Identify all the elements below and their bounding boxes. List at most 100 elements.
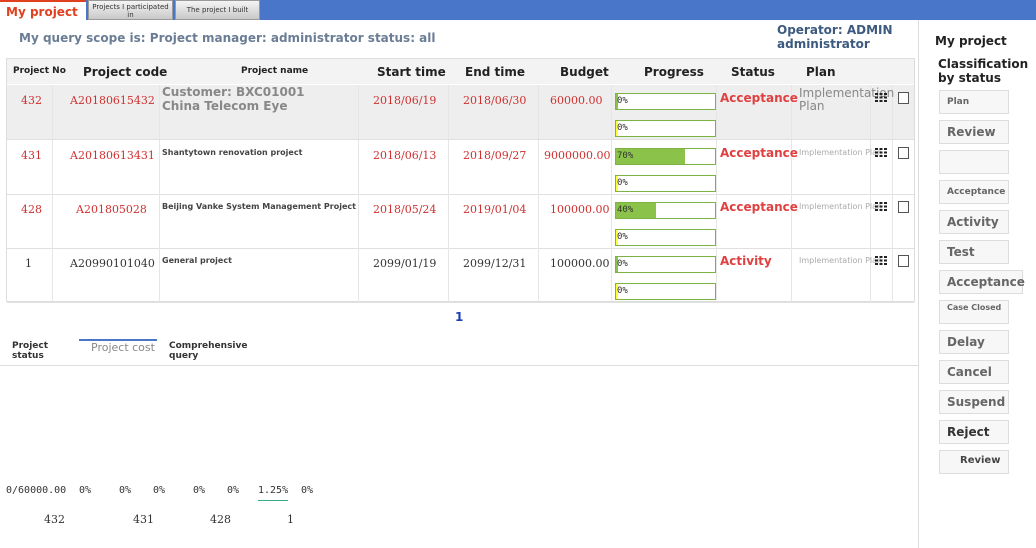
progress-bar-secondary: 0%: [615, 120, 716, 137]
project-no: 1: [25, 257, 32, 270]
progress-text: 0%: [617, 123, 628, 133]
status-filter-suspend[interactable]: Suspend: [939, 390, 1009, 414]
cost-project-id: 428: [210, 513, 231, 526]
project-code[interactable]: A201805028: [76, 203, 147, 216]
end-time: 2018/06/30: [463, 94, 527, 107]
cost-value: 0/60000.00: [6, 485, 67, 496]
table-row[interactable]: 431 A20180613431 Shantytown renovation p…: [7, 140, 914, 195]
cost-project-id: 431: [133, 513, 154, 526]
tab-divider: [0, 365, 918, 366]
progress-text: 0%: [617, 259, 628, 269]
start-time: 2018/06/13: [373, 149, 437, 162]
status-filter-plan[interactable]: Plan: [939, 90, 1009, 114]
grid-menu-icon[interactable]: [875, 202, 887, 211]
plan-link[interactable]: Implementation Plan: [799, 202, 882, 211]
plan-link[interactable]: Implementation Plan: [799, 148, 882, 157]
budget: 100000.00: [550, 257, 610, 270]
sidebar-subtitle-text: Classification by status: [938, 57, 1029, 85]
progress-bar: 70%: [615, 148, 716, 165]
cost-value: 0%: [193, 485, 206, 496]
table-row[interactable]: 1 A20990101040 General project 2099/01/1…: [7, 248, 914, 303]
project-code[interactable]: A20990101040: [70, 257, 155, 270]
progress-text: 40%: [617, 205, 634, 215]
progress-bar: 40%: [615, 202, 716, 219]
header-start-time: Start time: [377, 65, 446, 79]
project-table: Project No Project code Project name Sta…: [6, 58, 915, 303]
project-code[interactable]: A20180615432: [70, 94, 155, 107]
header-project-code: Project code: [83, 65, 168, 79]
status-filter-test[interactable]: Test: [939, 240, 1009, 264]
header-plan: Plan: [806, 65, 836, 79]
budget: 9000000.00: [544, 149, 611, 162]
tab-project-built[interactable]: The project I built: [175, 0, 260, 20]
start-time: 2099/01/19: [373, 257, 437, 270]
query-scope-text: My query scope is: Project manager: admi…: [19, 31, 436, 45]
operator-info: Operator: ADMIN administrator: [777, 23, 893, 51]
budget: 60000.00: [550, 94, 603, 107]
cost-value: 0%: [119, 485, 132, 496]
project-name[interactable]: Beijing Vanke System Management Project: [162, 202, 356, 211]
tab-my-project[interactable]: My project: [0, 0, 86, 20]
project-no: 432: [21, 94, 42, 107]
status-badge: Activity: [720, 254, 772, 268]
progress-bar: 0%: [615, 256, 716, 273]
grid-menu-icon[interactable]: [875, 148, 887, 157]
project-name[interactable]: Customer: BXC01001 China Telecom Eye: [162, 85, 342, 113]
project-no: 431: [21, 149, 42, 162]
header-end-time: End time: [465, 65, 525, 79]
status-filter-review-2[interactable]: Review: [939, 450, 1009, 474]
end-time: 2019/01/04: [463, 203, 527, 216]
project-name[interactable]: Shantytown renovation project: [162, 148, 302, 157]
status-filter-acceptance-2[interactable]: Acceptance: [939, 270, 1025, 294]
grid-menu-icon[interactable]: [875, 256, 887, 265]
table-header: Project No Project code Project name Sta…: [7, 59, 914, 84]
grid-menu-icon[interactable]: [875, 93, 887, 102]
status-filter-review[interactable]: Review: [939, 120, 1009, 144]
end-time: 2018/09/27: [463, 149, 527, 162]
status-filter-delay[interactable]: Delay: [939, 330, 1009, 354]
budget: 100000.00: [550, 203, 610, 216]
status-filter-reject[interactable]: Reject: [939, 420, 1009, 444]
document-icon[interactable]: [898, 147, 909, 159]
project-no: 428: [21, 203, 42, 216]
sidebar-title: My project: [935, 34, 1007, 48]
cost-value: 0%: [301, 485, 314, 496]
progress-text: 70%: [617, 151, 634, 161]
tab-projects-participated[interactable]: Projects I participated in: [88, 0, 173, 20]
sidebar-divider: [918, 20, 919, 548]
header-budget: Budget: [560, 65, 609, 79]
status-filter-blank[interactable]: [939, 150, 1009, 174]
document-icon[interactable]: [898, 201, 909, 213]
status-filter-acceptance[interactable]: Acceptance: [939, 180, 1009, 204]
end-time: 2099/12/31: [463, 257, 527, 270]
status-filter-activity[interactable]: Activity: [939, 210, 1009, 234]
status-filter-case-closed[interactable]: Case Closed: [939, 300, 1009, 324]
table-row[interactable]: 428 A201805028 Beijing Vanke System Mana…: [7, 194, 914, 249]
cost-underline: [258, 500, 288, 501]
cost-project-id: 432: [44, 513, 65, 526]
header-status: Status: [731, 65, 775, 79]
progress-bar-secondary: 0%: [615, 229, 716, 246]
progress-bar-secondary: 0%: [615, 283, 716, 300]
header-project-name: Project name: [241, 66, 309, 76]
status-filter-cancel[interactable]: Cancel: [939, 360, 1009, 384]
tab-project-status[interactable]: Project status: [0, 339, 78, 365]
document-icon[interactable]: [898, 92, 909, 104]
pagination-current-page[interactable]: 1: [455, 310, 463, 324]
document-icon[interactable]: [898, 255, 909, 267]
start-time: 2018/05/24: [373, 203, 437, 216]
tab-comprehensive-query[interactable]: Comprehensive query: [157, 339, 247, 365]
plan-link[interactable]: Implementation Plan: [799, 256, 882, 265]
tab-project-cost[interactable]: Project cost: [79, 339, 157, 365]
progress-text: 0%: [617, 96, 628, 106]
cost-value: 0%: [79, 485, 92, 496]
project-code[interactable]: A20180613431: [70, 149, 155, 162]
header-progress: Progress: [644, 65, 704, 79]
project-name[interactable]: General project: [162, 256, 232, 265]
status-badge: Acceptance: [720, 91, 798, 105]
status-badge: Acceptance: [720, 200, 798, 214]
table-row[interactable]: 432 A20180615432 Customer: BXC01001 Chin…: [7, 85, 914, 140]
progress-text: 0%: [617, 232, 628, 242]
progress-text: 0%: [617, 286, 628, 296]
operator-role: administrator: [777, 37, 870, 51]
